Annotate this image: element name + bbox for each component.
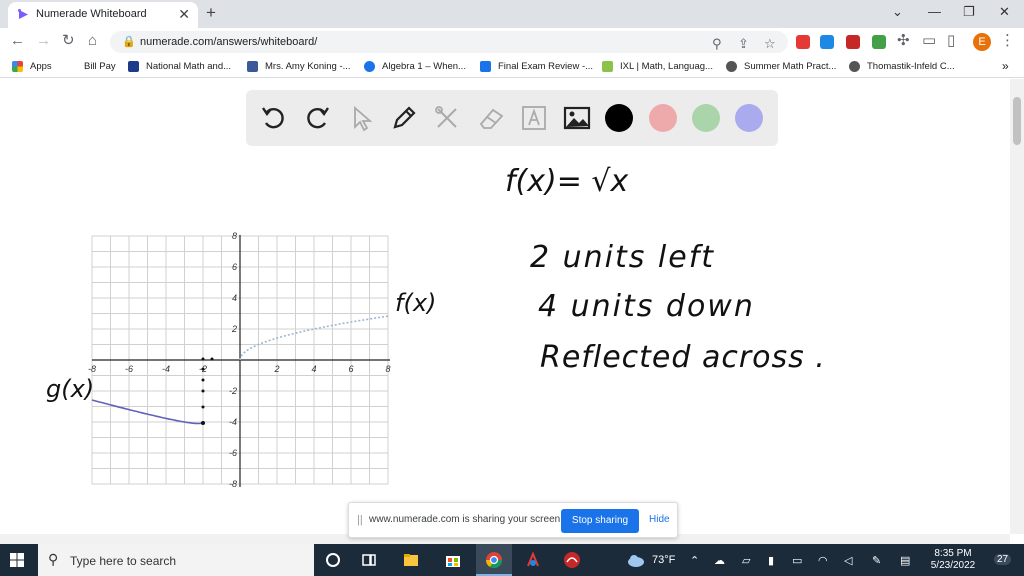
bookmark-thomastik-infeld[interactable]: Thomastik-Infeld C...: [867, 61, 955, 72]
recording-app-icon[interactable]: [563, 551, 581, 569]
network-icon[interactable]: ▭: [792, 554, 802, 567]
clock-time: 8:35 PM: [934, 548, 972, 559]
navigation-bar: ← → ↻ ⌂ 🔒 numerade.com/answers/whiteboar…: [0, 28, 1024, 56]
stop-sharing-button[interactable]: Stop sharing: [561, 509, 639, 533]
bookmark-ixl[interactable]: IXL | Math, Languag...: [620, 61, 713, 72]
close-window-button[interactable]: ✕: [999, 4, 1010, 20]
bookmark-favicon: [602, 61, 613, 72]
bookmark-favicon: [247, 61, 258, 72]
tab-close-icon[interactable]: ✕: [178, 6, 190, 23]
note-line-2: 4 units down: [538, 289, 755, 324]
formula-handwriting: f(x)= √x: [505, 164, 629, 199]
back-icon[interactable]: ←: [10, 33, 25, 49]
drag-handle-icon[interactable]: ||: [357, 514, 363, 526]
volume-icon[interactable]: ◁: [844, 554, 852, 567]
bookmark-national-math[interactable]: National Math and...: [146, 61, 231, 72]
apps-grid-icon[interactable]: [12, 61, 23, 72]
reload-icon[interactable]: ↻: [62, 33, 75, 49]
battery-icon[interactable]: ▮: [768, 554, 774, 567]
hide-button[interactable]: Hide: [649, 514, 670, 525]
tab-numerade-whiteboard[interactable]: Numerade Whiteboard ✕: [8, 2, 198, 28]
pen-workspace-icon[interactable]: ✎: [872, 554, 881, 567]
bookmark-star-icon[interactable]: ☆: [764, 36, 776, 52]
windows-start-icon[interactable]: [10, 553, 24, 567]
tab-strip: Numerade Whiteboard ✕ + ⌄ — ❐ ✕: [0, 0, 1024, 28]
extension-icon-1[interactable]: [796, 35, 810, 49]
g-of-x-label: g(x): [46, 375, 94, 403]
notification-count[interactable]: 27: [994, 554, 1012, 565]
wifi-icon[interactable]: ◠: [818, 554, 828, 567]
extension-icon-4[interactable]: [872, 35, 886, 49]
minimize-button[interactable]: —: [928, 4, 941, 19]
weather-temperature[interactable]: 73°F: [652, 554, 675, 566]
restore-button[interactable]: ❐: [963, 4, 975, 20]
pdf-extension-icon[interactable]: [846, 35, 860, 49]
bookmark-algebra-1[interactable]: Algebra 1 – When...: [382, 61, 466, 72]
screen-share-banner: || www.numerade.com is sharing your scre…: [348, 502, 678, 538]
bookmark-favicon: [849, 61, 860, 72]
windows-taskbar: ⚲ Type here to search 73°F ⌃ ☁ ▱ ▮ ▭ ◠ ◁…: [0, 544, 1024, 576]
numerade-logo-icon: [18, 9, 28, 19]
note-line-3: Reflected across .: [540, 340, 826, 375]
extensions-puzzle-icon[interactable]: ✣: [897, 33, 910, 49]
dropbox-icon[interactable]: ▱: [742, 554, 750, 567]
address-bar[interactable]: 🔒 numerade.com/answers/whiteboard/ ⚲ ⇪ ☆: [110, 31, 788, 53]
lock-icon[interactable]: 🔒: [122, 35, 136, 48]
bookmark-summer-math[interactable]: Summer Math Pract...: [744, 61, 836, 72]
tab-title: Numerade Whiteboard: [36, 8, 147, 20]
show-hidden-icons-icon[interactable]: ⌃: [690, 554, 699, 567]
share-icon[interactable]: ⇪: [738, 36, 749, 52]
bookmarks-bar: Apps Bill Pay National Math and... Mrs. …: [0, 56, 1024, 78]
new-tab-button[interactable]: +: [206, 3, 216, 23]
onedrive-icon[interactable]: ☁: [714, 554, 725, 567]
bookmark-favicon: [128, 61, 139, 72]
share-message: www.numerade.com is sharing your screen.: [369, 514, 563, 525]
note-line-1: 2 units left: [530, 240, 715, 275]
forward-icon[interactable]: →: [36, 33, 51, 49]
search-placeholder[interactable]: Type here to search: [70, 554, 176, 568]
bookmarks-overflow-icon[interactable]: »: [1002, 59, 1009, 73]
home-icon[interactable]: ⌂: [88, 33, 97, 49]
menu-kebab-icon[interactable]: ⋮: [1000, 33, 1015, 49]
bookmark-favicon: [364, 61, 375, 72]
keyboard-icon[interactable]: ▤: [900, 554, 910, 567]
handwriting-layer: f(x)= √x 2 units left 4 units down Refle…: [46, 164, 826, 403]
profile-avatar[interactable]: E: [973, 33, 991, 51]
task-view-icon[interactable]: [360, 551, 378, 569]
vertical-scrollbar[interactable]: [1010, 79, 1024, 534]
tab-search-icon[interactable]: ⌄: [892, 4, 903, 20]
bookmark-final-exam-review[interactable]: Final Exam Review -...: [498, 61, 593, 72]
taskbar-search[interactable]: ⚲ Type here to search: [38, 544, 314, 576]
f-of-x-label: f(x): [395, 289, 436, 317]
search-icon: ⚲: [48, 551, 59, 567]
system-clock[interactable]: 8:35 PM 5/23/2022: [922, 548, 984, 572]
bookmark-favicon: [480, 61, 491, 72]
clock-date: 5/23/2022: [930, 560, 976, 571]
chrome-icon[interactable]: [485, 551, 503, 569]
url-text[interactable]: numerade.com/answers/whiteboard/: [140, 36, 317, 48]
extension-icon-2[interactable]: [820, 35, 834, 49]
cast-icon[interactable]: ▭: [922, 33, 936, 49]
bookmark-apps[interactable]: Apps: [30, 61, 52, 72]
bookmark-favicon: [726, 61, 737, 72]
file-explorer-icon[interactable]: [402, 551, 420, 569]
bookmark-mrs-amy-koning[interactable]: Mrs. Amy Koning -...: [265, 61, 351, 72]
cortana-icon[interactable]: [324, 551, 342, 569]
weather-cloud-icon[interactable]: [626, 551, 646, 569]
scrollbar-thumb[interactable]: [1013, 97, 1021, 145]
paint-app-icon[interactable]: [524, 551, 542, 569]
zoom-icon[interactable]: ⚲: [712, 36, 722, 52]
microsoft-store-icon[interactable]: [444, 551, 462, 569]
side-panel-icon[interactable]: ▯: [947, 33, 955, 49]
bookmark-bill-pay[interactable]: Bill Pay: [84, 61, 116, 72]
